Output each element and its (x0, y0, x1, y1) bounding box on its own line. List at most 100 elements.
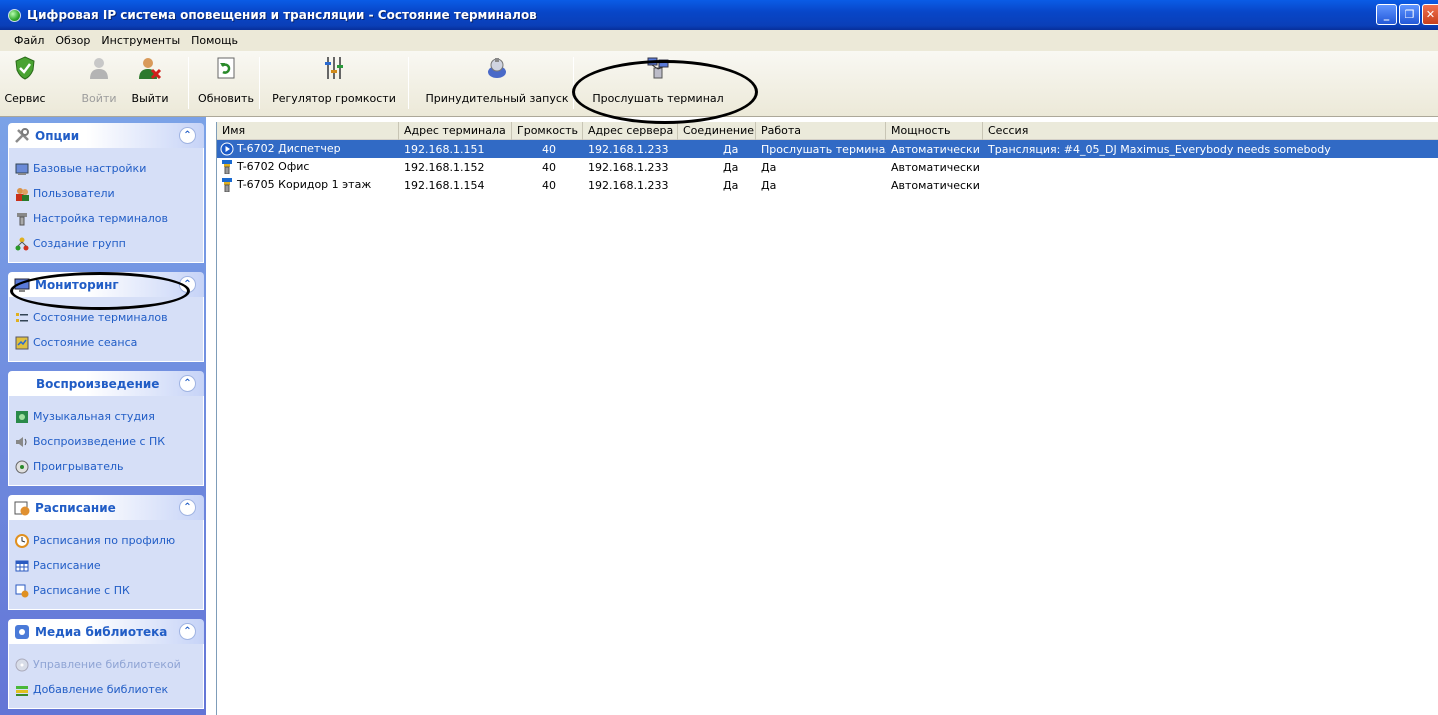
force-start-label: Принудительный запуск (425, 92, 569, 105)
sidebar-item-library-management[interactable]: Управление библиотекой (15, 652, 203, 677)
row-address: 192.168.1.151 (404, 142, 485, 156)
terminal-state-icon (16, 312, 28, 322)
column-header-name[interactable]: Имя (217, 122, 399, 140)
sidebar-item-pc-schedule[interactable]: Расписание с ПК (15, 578, 203, 603)
volume-slider-icon (325, 57, 343, 79)
sidebar-item-label: Состояние терминалов (33, 311, 168, 324)
force-start-button[interactable]: Принудительный запуск (425, 53, 569, 115)
collapse-icon[interactable]: ⌃ (179, 499, 196, 516)
row-name: T-6702 Диспетчер (237, 142, 341, 155)
table-row[interactable]: T-6702 Диспетчер 192.168.1.151 40 192.16… (217, 140, 1438, 158)
login-button[interactable]: Войти (81, 53, 117, 115)
sidebar-item-music-studio[interactable]: Музыкальная студия (15, 404, 203, 429)
column-header-power[interactable]: Мощность (886, 122, 983, 140)
row-power: Автоматически (891, 160, 980, 174)
menu-view[interactable]: Обзор (55, 34, 90, 47)
panel-playback-header[interactable]: Воспроизведение ⌃ (8, 371, 204, 396)
row-name: T-6702 Офис (237, 160, 310, 173)
sidebar-item-session-state[interactable]: Состояние сеанса (15, 330, 203, 355)
service-label: Сервис (4, 92, 46, 105)
sidebar-item-terminal-setup[interactable]: Настройка терминалов (15, 206, 203, 231)
column-header-connection[interactable]: Соединение (678, 122, 756, 140)
column-header-session[interactable]: Сессия (983, 122, 1438, 140)
column-header-address[interactable]: Адрес терминала (399, 122, 512, 140)
sidebar-item-create-groups[interactable]: Создание групп (15, 231, 203, 256)
sidebar-item-basic-settings[interactable]: Базовые настройки (15, 156, 203, 181)
refresh-label: Обновить (198, 92, 254, 105)
collapse-icon[interactable]: ⌃ (179, 276, 196, 293)
terminal-icon (222, 160, 232, 174)
row-volume: 40 (542, 142, 556, 156)
list-header: Имя Адрес терминала Громкость Адрес серв… (217, 122, 1438, 140)
panel-options-header[interactable]: Опции ⌃ (8, 123, 204, 148)
sidebar-item-label: Расписания по профилю (33, 534, 176, 547)
row-volume: 40 (542, 160, 556, 174)
collapse-icon[interactable]: ⌃ (179, 127, 196, 144)
menu-help[interactable]: Помощь (191, 34, 238, 47)
toolbar-separator (188, 57, 189, 109)
collapse-icon[interactable]: ⌃ (179, 623, 196, 640)
panel-options-title: Опции (35, 128, 80, 143)
sidebar-item-schedule[interactable]: Расписание (15, 553, 203, 578)
volume-control-button[interactable]: Регулятор громкости (264, 53, 404, 115)
panel-media-library-header[interactable]: Медиа библиотека ⌃ (8, 619, 204, 644)
sidebar-item-terminal-state[interactable]: Состояние терминалов (15, 305, 203, 330)
service-button[interactable]: Сервис (4, 53, 46, 115)
user-login-icon (90, 58, 108, 79)
row-work: Да (761, 178, 777, 192)
users-icon (16, 187, 29, 201)
column-header-work[interactable]: Работа (756, 122, 886, 140)
sidebar-item-player[interactable]: Проигрыватель (15, 454, 203, 479)
terminal-icon (17, 212, 27, 225)
restore-button[interactable]: ❐ (1399, 4, 1420, 25)
login-label: Войти (81, 92, 117, 105)
table-row[interactable]: T-6702 Офис 192.168.1.152 40 192.168.1.2… (217, 158, 1438, 176)
panel-schedule-header[interactable]: Расписание ⌃ (8, 495, 204, 520)
window-title: Цифровая IP система оповещения и трансля… (27, 8, 537, 22)
tools-icon (15, 127, 29, 143)
listen-terminal-button[interactable]: Прослушать терминал (588, 53, 728, 115)
minimize-button[interactable]: _ (1376, 4, 1397, 25)
panel-media-library: Медиа библиотека ⌃ Управление библиотеко… (8, 619, 204, 709)
table-row[interactable]: T-6705 Коридор 1 этаж 192.168.1.154 40 1… (217, 176, 1438, 194)
disc-icon (15, 658, 29, 671)
menu-file[interactable]: Файл (14, 34, 44, 47)
volume-control-label: Регулятор громкости (272, 92, 396, 105)
panel-monitoring: Мониторинг ⌃ Состояние терминалов Состоя… (8, 272, 204, 362)
row-name: T-6705 Коридор 1 этаж (237, 178, 372, 191)
panel-media-library-title: Медиа библиотека (35, 624, 168, 639)
column-header-volume[interactable]: Громкость (512, 122, 583, 140)
column-header-server[interactable]: Адрес сервера (583, 122, 678, 140)
clock-icon (15, 533, 29, 548)
row-work: Прослушать терминал (761, 142, 886, 156)
panel-schedule: Расписание ⌃ Расписания по профилю Распи… (8, 495, 204, 610)
sidebar-item-add-libraries[interactable]: Добавление библиотек (15, 677, 203, 702)
playing-icon (220, 142, 234, 156)
row-server: 192.168.1.233 (588, 178, 669, 192)
collapse-icon[interactable]: ⌃ (179, 375, 196, 392)
logout-button[interactable]: Выйти (132, 53, 168, 115)
row-power: Автоматически (891, 178, 980, 192)
music-studio-icon (16, 410, 28, 423)
panel-monitoring-header[interactable]: Мониторинг ⌃ (8, 272, 204, 297)
refresh-button[interactable]: Обновить (196, 53, 256, 115)
row-server: 192.168.1.233 (588, 142, 669, 156)
row-server: 192.168.1.233 (588, 160, 669, 174)
sidebar-item-label: Музыкальная студия (33, 410, 155, 423)
sidebar-item-profile-schedules[interactable]: Расписания по профилю (15, 528, 203, 553)
panel-playback-body: Музыкальная студия Воспроизведение с ПК … (8, 396, 204, 486)
row-power: Автоматически (891, 142, 980, 156)
sidebar-item-pc-playback[interactable]: Воспроизведение с ПК (15, 429, 203, 454)
toolbar-separator (408, 57, 409, 109)
sidebar-item-label: Воспроизведение с ПК (33, 435, 166, 448)
monitor-icon (14, 278, 30, 292)
table-icon (15, 560, 29, 571)
close-button[interactable]: ✕ (1422, 4, 1438, 25)
sidebar-item-users[interactable]: Пользователи (15, 181, 203, 206)
terminal-icon (222, 178, 232, 192)
sidebar-item-label: Состояние сеанса (33, 336, 138, 349)
menu-tools[interactable]: Инструменты (101, 34, 180, 47)
restore-icon: ❐ (1404, 8, 1415, 21)
toolbar-separator (259, 57, 260, 109)
title-bar[interactable]: Цифровая IP система оповещения и трансля… (0, 0, 1438, 30)
